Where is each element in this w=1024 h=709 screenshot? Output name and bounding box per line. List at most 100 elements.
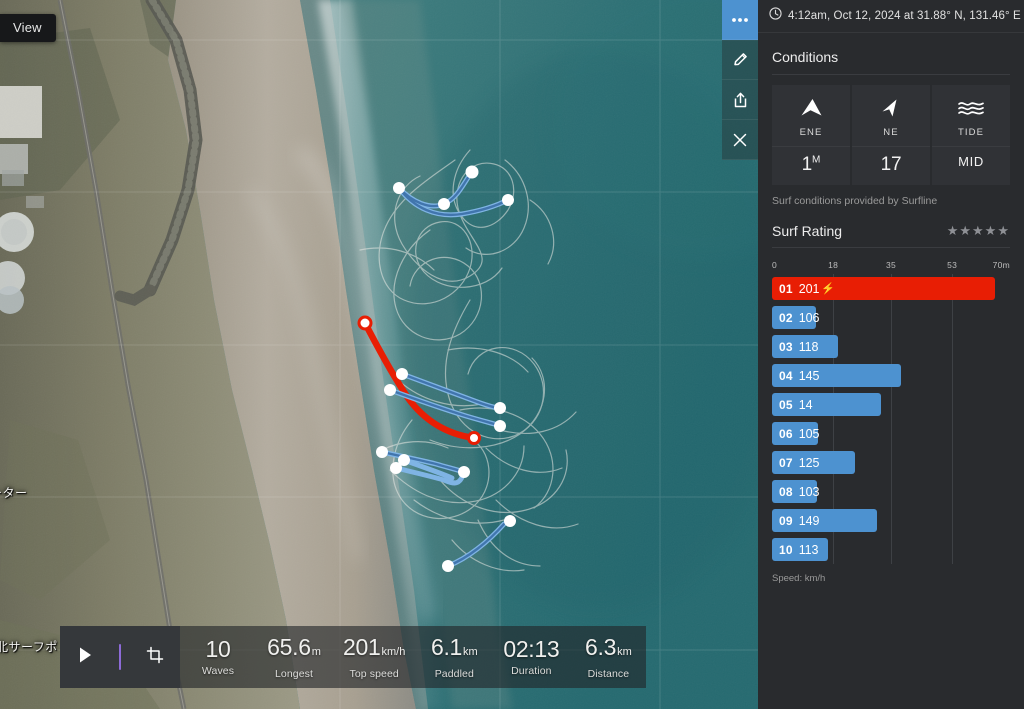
- conditions-grid: ENE 1M NE 17 TIDE MID: [772, 85, 1010, 185]
- stat-label: Waves: [201, 665, 235, 677]
- wave-bar-row[interactable]: 01 201 ⚡: [772, 274, 1010, 303]
- wave-index: 08: [779, 484, 793, 499]
- rating-divider: [772, 247, 1010, 248]
- condition-direction: TIDE: [957, 127, 985, 138]
- wind-arrow-icon: [852, 95, 930, 121]
- wave-index: 09: [779, 513, 793, 528]
- condition-direction: ENE: [799, 127, 823, 138]
- condition-value: MID: [958, 154, 984, 169]
- wave-bar-row[interactable]: 10 113: [772, 535, 1010, 564]
- wave-bar-row[interactable]: 05 14: [772, 390, 1010, 419]
- x-tick-4: 70m: [992, 260, 1010, 270]
- wave-bar-03[interactable]: 03 118: [772, 335, 839, 358]
- conditions-divider: [772, 74, 1010, 75]
- wave-index: 05: [779, 397, 793, 412]
- wave-speed: 145: [798, 368, 820, 383]
- surf-rating-row: Surf Rating ★★★★★: [758, 207, 1024, 247]
- wave-bar-05[interactable]: 05 14: [772, 393, 881, 416]
- satellite-map[interactable]: ーター 北サーフポ View: [0, 0, 758, 709]
- close-icon: [732, 132, 748, 148]
- stat-paddled: 6.1km Paddled: [416, 633, 492, 680]
- session-timestamp: 4:12am, Oct 12, 2024 at 31.88° N, 131.46…: [788, 10, 1021, 22]
- share-button[interactable]: [722, 80, 758, 120]
- play-button[interactable]: [60, 626, 110, 688]
- map-imagery: [0, 0, 758, 709]
- wave-index: 07: [779, 455, 793, 470]
- stat-top-speed: 201km/h Top speed: [332, 633, 416, 680]
- wave-index: 02: [779, 310, 793, 325]
- wave-bar-10[interactable]: 10 113: [772, 538, 829, 561]
- wave-bar-09[interactable]: 09 149: [772, 509, 878, 532]
- condition-value-row: MID: [932, 146, 1010, 178]
- stat-value: 201km/h: [343, 633, 406, 660]
- wave-bar-row[interactable]: 09 149: [772, 506, 1010, 535]
- more-options-button[interactable]: [722, 0, 758, 40]
- surf-session-screen: ーター 北サーフポ View: [0, 0, 1024, 709]
- stat-unit: km: [617, 645, 632, 658]
- ellipsis-icon: [731, 17, 749, 23]
- wave-index: 04: [779, 368, 793, 383]
- wave-bar-07[interactable]: 07 125: [772, 451, 856, 474]
- wave-bar-row[interactable]: 03 118: [772, 332, 1010, 361]
- stat-unit: km: [463, 645, 478, 658]
- condition-tile-ene: ENE 1M: [772, 85, 850, 185]
- wave-bar-row[interactable]: 04 145: [772, 361, 1010, 390]
- wave-index: 01: [779, 281, 793, 296]
- top-speed-bolt-icon: ⚡: [821, 283, 836, 295]
- map-place-label-1: ーター: [0, 486, 28, 500]
- stat-value: 02:13: [503, 636, 560, 662]
- wave-speed: 201: [798, 281, 820, 296]
- wave-end-dot: [467, 431, 481, 445]
- view-button[interactable]: View: [0, 14, 56, 42]
- edit-button[interactable]: [722, 40, 758, 80]
- wave-bar-row[interactable]: 06 105: [772, 419, 1010, 448]
- wave-bar-08[interactable]: 08 103: [772, 480, 820, 503]
- chart-plot-area: 01 201 ⚡ 02 106 03 118 04 145 05 14 06 105 07 125 08 103…: [772, 274, 1010, 564]
- chart-x-axis: 0 18 35 53 70m: [772, 260, 1010, 274]
- wave-index: 06: [779, 426, 793, 441]
- stat-label: Longest: [274, 667, 314, 680]
- session-hud: 10 Waves 65.6m Longest 201km/h Top speed 6.1km…: [60, 626, 647, 688]
- crop-icon: [146, 646, 164, 669]
- map-toolbar: [722, 0, 758, 160]
- wave-speed: 149: [798, 513, 820, 528]
- condition-value-row: 1M: [772, 146, 850, 185]
- stat-label: Top speed: [349, 667, 399, 680]
- condition-direction: NE: [883, 127, 899, 138]
- wave-speed: 14: [798, 397, 813, 412]
- stat-waves: 10 Waves: [180, 637, 256, 678]
- timeline-scrubber[interactable]: [110, 644, 130, 670]
- map-place-label-2: 北サーフポ: [0, 640, 58, 654]
- share-icon: [732, 91, 749, 109]
- swell-arrow-icon: [772, 95, 850, 121]
- wave-bar-row[interactable]: 08 103: [772, 477, 1010, 506]
- wave-speed: 103: [798, 484, 820, 499]
- stat-value: 6.1km: [430, 633, 478, 660]
- condition-value: 17: [880, 154, 902, 175]
- wave-bar-02[interactable]: 02 106: [772, 306, 819, 329]
- condition-unit: M: [812, 154, 821, 166]
- stat-label: Distance: [587, 667, 630, 680]
- wave-bar-row[interactable]: 02 106: [772, 303, 1010, 332]
- trim-button[interactable]: [130, 626, 180, 688]
- session-stats: 10 Waves 65.6m Longest 201km/h Top speed 6.1km…: [180, 626, 646, 688]
- wave-bar-row[interactable]: 07 125: [772, 448, 1010, 477]
- wave-bar-04[interactable]: 04 145: [772, 364, 902, 387]
- close-button[interactable]: [722, 120, 758, 160]
- wave-bar-06[interactable]: 06 105: [772, 422, 819, 445]
- panel-header: 4:12am, Oct 12, 2024 at 31.88° N, 131.46…: [758, 0, 1024, 33]
- x-tick-0: 0: [772, 260, 778, 270]
- playback-controls: [60, 626, 180, 688]
- wave-bar-01[interactable]: 01 201 ⚡: [772, 277, 996, 300]
- conditions-title: Conditions: [772, 49, 839, 65]
- wave-speed: 106: [798, 310, 820, 325]
- session-detail-panel: 4:12am, Oct 12, 2024 at 31.88° N, 131.46…: [758, 0, 1024, 709]
- x-tick-1: 18: [828, 260, 839, 270]
- scrubber-handle[interactable]: [119, 644, 121, 670]
- wave-index: 03: [779, 339, 793, 354]
- x-tick-2: 35: [885, 260, 897, 270]
- pencil-icon: [732, 51, 749, 68]
- stat-unit: m: [311, 645, 321, 658]
- wave-index: 10: [779, 542, 793, 557]
- stat-value: 6.3km: [585, 633, 632, 660]
